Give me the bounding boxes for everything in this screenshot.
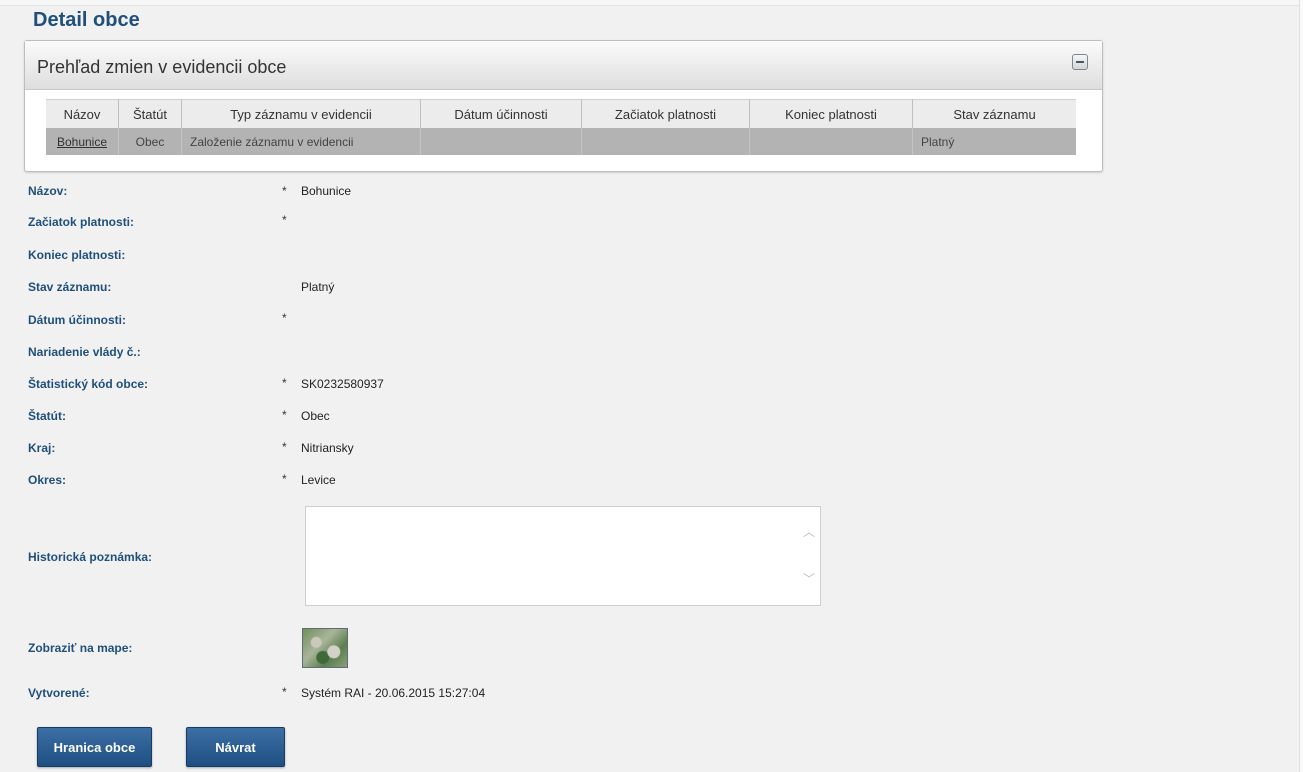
table-cell — [749, 128, 913, 155]
required-star: * — [282, 408, 287, 422]
label-kraj: Kraj: — [28, 441, 56, 455]
required-star: * — [282, 685, 287, 699]
table-cell — [420, 128, 582, 155]
label-zaciatok: Začiatok platnosti: — [28, 215, 135, 229]
label-kod: Štatistický kód obce: — [28, 377, 149, 391]
table-header-row: Názov Štatút Typ záznamu v evidencii Dát… — [46, 99, 1076, 128]
column-header[interactable]: Názov — [46, 99, 119, 128]
value-nazov: Bohunice — [301, 184, 352, 198]
column-header[interactable]: Dátum účinnosti — [420, 99, 582, 128]
label-koniec: Koniec platnosti: — [28, 248, 126, 262]
municipality-boundary-button[interactable]: Hranica obce — [37, 727, 152, 767]
changes-table: Názov Štatút Typ záznamu v evidencii Dát… — [46, 99, 1076, 155]
table-cell: Založenie záznamu v evidencii — [181, 128, 421, 155]
row-name-link[interactable]: Bohunice — [46, 128, 119, 155]
top-border — [0, 0, 1303, 6]
required-star: * — [282, 472, 287, 486]
right-edge — [1299, 0, 1303, 772]
required-star: * — [282, 440, 287, 454]
label-okres: Okres: — [28, 473, 67, 487]
value-vytvorene: Systém RAI - 20.06.2015 15:27:04 — [301, 686, 486, 700]
panel-header: Prehľad zmien v evidencii obce — [25, 41, 1102, 90]
label-stav: Stav záznamu: — [28, 280, 112, 294]
table-cell — [581, 128, 750, 155]
label-mapa: Zobraziť na mape: — [28, 641, 133, 655]
column-header[interactable]: Stav záznamu — [912, 99, 1076, 128]
required-star: * — [282, 311, 287, 325]
historical-note-textarea[interactable] — [305, 506, 821, 606]
back-button[interactable]: Návrat — [186, 727, 285, 767]
panel-title: Prehľad zmien v evidencii obce — [37, 57, 287, 77]
label-nariadenie: Nariadenie vlády č.: — [28, 345, 141, 359]
value-okres: Levice — [301, 473, 336, 487]
value-statut: Obec — [301, 409, 330, 423]
column-header[interactable]: Začiatok platnosti — [581, 99, 750, 128]
page-title: Detail obce — [33, 9, 140, 31]
scroll-down-icon[interactable]: ﹀ — [803, 573, 815, 585]
required-star: * — [282, 376, 287, 390]
column-header[interactable]: Typ záznamu v evidencii — [181, 99, 421, 128]
column-header[interactable]: Koniec platnosti — [749, 99, 913, 128]
value-kraj: Nitriansky — [301, 441, 354, 455]
required-star: * — [282, 213, 287, 227]
table-cell: Platný — [912, 128, 1076, 155]
required-star: * — [282, 184, 287, 198]
value-kod: SK0232580937 — [301, 377, 384, 391]
collapse-icon[interactable] — [1072, 54, 1088, 70]
label-nazov: Názov: — [28, 184, 68, 198]
map-thumbnail-icon[interactable] — [302, 628, 348, 668]
scroll-up-icon[interactable]: ︿ — [803, 526, 815, 538]
label-datum: Dátum účinnosti: — [28, 313, 126, 327]
table-cell: Obec — [118, 128, 182, 155]
label-poznamka: Historická poznámka: — [28, 550, 153, 564]
changes-panel: Prehľad zmien v evidencii obce Názov Šta… — [24, 40, 1103, 172]
table-row[interactable]: Bohunice Obec Založenie záznamu v eviden… — [46, 128, 1076, 155]
column-header[interactable]: Štatút — [118, 99, 182, 128]
value-stav: Platný — [301, 280, 335, 294]
label-statut: Štatút: — [28, 409, 66, 423]
label-vytvorene: Vytvorené: — [28, 686, 90, 700]
